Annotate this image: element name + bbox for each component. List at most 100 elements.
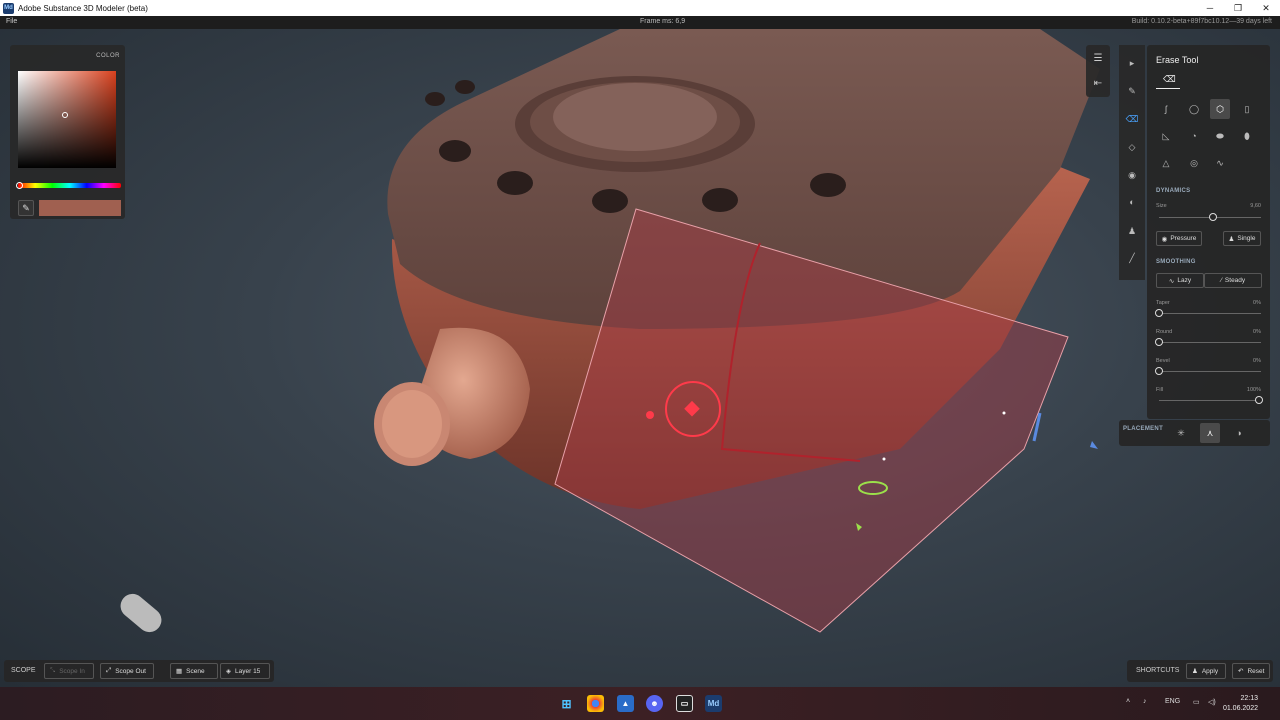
eraser-icon[interactable]: ⌫: [1163, 74, 1176, 85]
scope-in-icon: ⤡: [50, 667, 56, 674]
flatten-icon[interactable]: ◐: [1126, 196, 1138, 208]
person-icon: ♟: [1228, 235, 1235, 243]
eyedropper-icon[interactable]: ✎: [18, 200, 34, 216]
round-label: Round: [1156, 329, 1173, 335]
terminal-icon[interactable]: ▭: [676, 695, 693, 712]
color-panel: COLOR ✎: [10, 45, 125, 219]
scene-render: [120, 29, 1100, 633]
scope-bar: SCOPE ⤡ Scope In ⤢ Scope Out ▦ Scene ◈ L…: [4, 660, 274, 682]
inflate-icon[interactable]: ◉: [1126, 169, 1138, 181]
taper-value: 0%: [1253, 300, 1261, 306]
placement-label: PLACEMENT: [1123, 426, 1164, 432]
pressure-icon: ◉: [1161, 235, 1168, 243]
tab-underline: [1156, 88, 1180, 89]
discord-icon[interactable]: ☻: [646, 695, 663, 712]
window-controls: ─ ❐ ✕: [1196, 0, 1280, 16]
taper-slider-knob[interactable]: [1155, 309, 1163, 317]
chevron-up-icon[interactable]: ˄: [1126, 698, 1130, 705]
microphone-icon[interactable]: ♪: [1143, 698, 1147, 705]
clay-icon[interactable]: ✎: [1126, 85, 1138, 97]
language-indicator[interactable]: ENG: [1165, 698, 1180, 705]
photos-icon[interactable]: ▲: [617, 695, 634, 712]
screen-icon[interactable]: ◑: [1229, 423, 1249, 443]
layer-button[interactable]: ◈ Layer 15: [220, 663, 270, 679]
curve-icon[interactable]: ∿: [1210, 153, 1230, 173]
layers-icon[interactable]: ☰: [1091, 51, 1105, 65]
surface-icon[interactable]: ⋏: [1200, 423, 1220, 443]
reset-button[interactable]: ↶ Reset: [1232, 663, 1270, 679]
stroke-icon[interactable]: ʃ: [1156, 99, 1176, 119]
scope-out-button[interactable]: ⤢ Scope Out: [100, 663, 154, 679]
capsule-icon[interactable]: ⬬: [1210, 126, 1230, 146]
round-slider-knob[interactable]: [1155, 338, 1163, 346]
stylus-cursor: [120, 593, 162, 633]
modeler-icon[interactable]: Md: [705, 695, 722, 712]
lazy-button[interactable]: ∿ Lazy: [1156, 273, 1204, 288]
stamp-icon[interactable]: ♟: [1126, 225, 1138, 237]
taskbar-clock[interactable]: 22:13 01.06.2022: [1223, 694, 1258, 714]
taper-label: Taper: [1156, 300, 1170, 306]
lazy-icon: ∿: [1168, 277, 1175, 285]
bevel-label: Bevel: [1156, 358, 1170, 364]
size-slider-knob[interactable]: [1209, 213, 1217, 221]
cone-icon[interactable]: ◺: [1156, 126, 1176, 146]
drop-icon[interactable]: ◔: [1184, 126, 1204, 146]
bevel-slider[interactable]: [1155, 367, 1261, 375]
sphere-icon[interactable]: ◯: [1184, 99, 1204, 119]
undo-icon[interactable]: ⇤: [1091, 76, 1105, 90]
steady-button[interactable]: ⁄ Steady: [1204, 273, 1262, 288]
sun-icon[interactable]: ✳: [1171, 423, 1191, 443]
single-button[interactable]: ♟ Single: [1223, 231, 1261, 246]
erase-tool-panel: Erase Tool ⌫ ʃ ◯ ⬡ ▯ ◺ ◔ ⬬ ⬮ △ ◎ ∿ DYNAM…: [1147, 45, 1270, 419]
layer-icon: ◈: [226, 668, 231, 675]
apply-icon: ♟: [1192, 668, 1198, 675]
close-icon[interactable]: ✕: [1252, 0, 1280, 16]
app-logo-icon: Md: [3, 2, 14, 14]
3d-viewport[interactable]: [0, 29, 1280, 687]
round-value: 0%: [1253, 329, 1261, 335]
torus-icon[interactable]: ◎: [1184, 153, 1204, 173]
file-menu[interactable]: File: [6, 18, 17, 25]
saturation-value-picker[interactable]: [18, 71, 116, 168]
pressure-button[interactable]: ◉ Pressure: [1156, 231, 1202, 246]
minimize-icon[interactable]: ─: [1196, 0, 1224, 16]
windows-start-icon[interactable]: ⊞: [558, 695, 575, 712]
color-swatch[interactable]: [39, 200, 121, 216]
volume-icon[interactable]: ◁): [1208, 698, 1216, 706]
scene-button[interactable]: ▦ Scene: [170, 663, 218, 679]
chrome-icon[interactable]: [587, 695, 604, 712]
pyramid-icon[interactable]: △: [1156, 153, 1176, 173]
smoothing-heading: SMOOTHING: [1156, 259, 1196, 265]
cylinder-icon[interactable]: ▯: [1237, 99, 1257, 119]
shortcuts-button[interactable]: SHORTCUTS: [1136, 667, 1179, 674]
apply-button[interactable]: ♟ Apply: [1186, 663, 1226, 679]
smooth-icon[interactable]: ◇: [1126, 141, 1138, 153]
dynamics-heading: DYNAMICS: [1156, 188, 1191, 194]
windows-taskbar: ⊞ ▲ ☻ ▭ Md ˄ ♪ ENG ▭ ◁) 22:13 01.06.2022: [0, 687, 1280, 720]
cube-icon[interactable]: ⬡: [1210, 99, 1230, 119]
fill-slider-knob[interactable]: [1255, 396, 1263, 404]
taper-slider[interactable]: [1155, 309, 1261, 317]
hue-knob[interactable]: [16, 182, 23, 189]
scope-in-button[interactable]: ⤡ Scope In: [44, 663, 94, 679]
title-bar: Md Adobe Substance 3D Modeler (beta) ─ ❐…: [0, 0, 1280, 16]
fill-slider[interactable]: [1159, 396, 1263, 404]
scene-icon: ▦: [176, 668, 183, 675]
tool-strip: ▸ ✎ ⌫ ◇ ◉ ◐ ♟ ╱: [1119, 45, 1145, 280]
select-icon[interactable]: ▸: [1126, 57, 1138, 69]
paint-icon[interactable]: ╱: [1126, 252, 1138, 264]
hue-slider[interactable]: [16, 182, 121, 189]
reset-icon: ↶: [1238, 668, 1244, 675]
frame-time-readout: Frame ms: 6,9: [640, 18, 686, 25]
monitor-icon[interactable]: ▭: [1193, 698, 1200, 706]
bevel-slider-knob[interactable]: [1155, 367, 1163, 375]
round-slider[interactable]: [1155, 338, 1261, 346]
size-slider[interactable]: [1159, 213, 1261, 221]
erase-icon[interactable]: ⌫: [1126, 113, 1139, 125]
model-button: [553, 83, 717, 151]
egg-icon[interactable]: ⬮: [1237, 126, 1257, 146]
maximize-icon[interactable]: ❐: [1224, 0, 1252, 16]
scope-label: SCOPE: [11, 667, 36, 674]
color-cursor[interactable]: [62, 112, 68, 118]
window-title: Adobe Substance 3D Modeler (beta): [18, 3, 148, 13]
